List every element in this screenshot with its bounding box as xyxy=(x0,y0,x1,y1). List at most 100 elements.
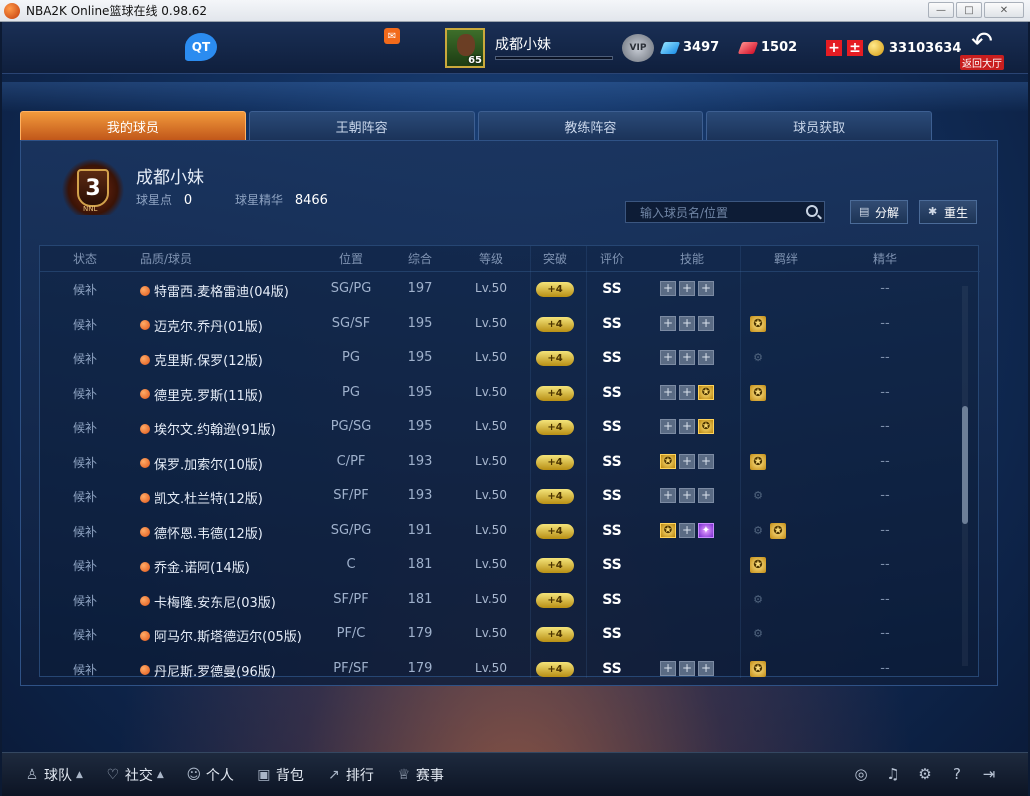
bond-active-icon[interactable]: ✪ xyxy=(750,315,766,332)
skill-empty-slot[interactable]: + xyxy=(698,281,714,296)
bond-active-icon[interactable]: ✪ xyxy=(750,557,766,573)
skill-empty-slot[interactable]: + xyxy=(679,281,695,296)
skill-empty-slot[interactable]: + xyxy=(698,660,714,676)
row-player-name[interactable]: 阿马尔.斯塔德迈尔(05版) xyxy=(120,626,330,645)
coin-counter[interactable]: + ± 33103634 xyxy=(826,40,961,56)
skill-empty-slot[interactable]: + xyxy=(679,453,695,469)
skill-empty-slot[interactable]: + xyxy=(679,522,695,538)
row-player-name[interactable]: 德怀恩.韦德(12版) xyxy=(120,523,330,542)
skill-gold-icon[interactable]: ✪ xyxy=(660,453,676,469)
table-row[interactable]: 候补 凯文.杜兰特(12版) SF/PF 193 Lv.50 +4 SS + + + ⚙ -- xyxy=(40,479,980,514)
skill-empty-slot[interactable]: + xyxy=(698,315,714,331)
header-rating[interactable]: 评价 xyxy=(592,250,632,267)
table-scrollbar[interactable] xyxy=(962,286,968,666)
skill-empty-slot[interactable]: + xyxy=(660,281,676,296)
plus-icon[interactable]: + xyxy=(826,40,842,56)
table-row[interactable]: 候补 德里克.罗斯(11版) PG 195 Lv.50 +4 SS + + ✪ ✪ -- xyxy=(40,376,980,411)
nav-item-ranking[interactable]: ↗ 排行 xyxy=(326,765,374,785)
minimize-button[interactable]: — xyxy=(928,2,954,18)
vip-badge-icon[interactable]: VIP xyxy=(622,34,654,62)
row-player-name[interactable]: 克里斯.保罗(12版) xyxy=(120,350,330,369)
skill-gold-icon[interactable]: ✪ xyxy=(698,384,714,400)
skill-empty-slot[interactable]: + xyxy=(660,384,676,400)
row-player-name[interactable]: 凯文.杜兰特(12版) xyxy=(120,488,330,507)
row-player-name[interactable]: 德里克.罗斯(11版) xyxy=(120,385,330,404)
bond-inactive-icon[interactable]: ⚙ xyxy=(750,488,766,504)
skill-empty-slot[interactable]: + xyxy=(679,315,695,331)
bond-active-icon[interactable]: ✪ xyxy=(770,522,786,539)
row-player-name[interactable]: 丹尼斯.罗德曼(96版) xyxy=(120,661,330,680)
row-player-name[interactable]: 特雷西.麦格雷迪(04版) xyxy=(120,281,330,300)
bond-inactive-icon[interactable]: ⚙ xyxy=(750,592,766,608)
table-row[interactable]: 候补 德怀恩.韦德(12版) SG/PG 191 Lv.50 +4 SS ✪ + ✦ ⚙ ✪ -- xyxy=(40,514,980,549)
skill-empty-slot[interactable]: + xyxy=(679,419,695,434)
header-overall[interactable]: 综合 xyxy=(395,250,445,267)
header-bonds[interactable]: 羁绊 xyxy=(746,250,826,267)
header-breakthrough[interactable]: 突破 xyxy=(524,250,586,267)
headset-icon[interactable]: ◎ xyxy=(852,765,870,783)
table-row[interactable]: 候补 乔金.诺阿(14版) C 181 Lv.50 +4 SS ✪ -- xyxy=(40,548,980,583)
skill-empty-slot[interactable]: + xyxy=(679,384,695,400)
skill-empty-slot[interactable]: + xyxy=(698,488,714,503)
exit-icon[interactable]: ⇥ xyxy=(980,765,998,783)
bond-active-icon[interactable]: ✪ xyxy=(750,660,766,677)
table-row[interactable]: 候补 卡梅隆.安东尼(03版) SF/PF 181 Lv.50 +4 SS ⚙ -- xyxy=(40,583,980,618)
nav-item-user[interactable]: ☺ 个人 xyxy=(186,765,234,785)
qt-chat-icon[interactable]: QT xyxy=(185,33,217,61)
header-skills[interactable]: 技能 xyxy=(652,250,732,267)
maximize-button[interactable]: □ xyxy=(956,2,982,18)
row-player-name[interactable]: 乔金.诺阿(14版) xyxy=(120,557,330,576)
table-row[interactable]: 候补 克里斯.保罗(12版) PG 195 Lv.50 +4 SS + + + ⚙ -- xyxy=(40,341,980,376)
skill-empty-slot[interactable]: + xyxy=(660,419,676,434)
skill-empty-slot[interactable]: + xyxy=(698,350,714,365)
table-row[interactable]: 候补 丹尼斯.罗德曼(96版) PF/SF 179 Lv.50 +4 SS + + + ✪ -- xyxy=(40,652,980,687)
table-row[interactable]: 候补 阿马尔.斯塔德迈尔(05版) PF/C 179 Lv.50 +4 SS ⚙ -- xyxy=(40,617,980,652)
back-to-lobby-button[interactable]: ↶ 返回大厅 xyxy=(958,26,1006,70)
mail-icon[interactable]: ✉ xyxy=(384,28,400,44)
nav-item-person[interactable]: ♙ 球队 ▲ xyxy=(24,765,83,785)
tab-player-acquire[interactable]: 球员获取 xyxy=(706,111,932,140)
skill-gold-icon[interactable]: ✪ xyxy=(660,522,676,538)
gear-icon[interactable]: ⚙ xyxy=(916,765,934,783)
nav-item-bag[interactable]: ▣ 背包 xyxy=(256,765,304,785)
search-icon[interactable] xyxy=(806,205,818,217)
bond-inactive-icon[interactable]: ⚙ xyxy=(750,523,766,539)
header-player[interactable]: 品质/球员 xyxy=(120,250,330,267)
skill-empty-slot[interactable]: + xyxy=(679,350,695,365)
skill-empty-slot[interactable]: + xyxy=(660,315,676,331)
nav-item-trophy[interactable]: ♕ 赛事 xyxy=(396,765,444,785)
tab-coach-lineup[interactable]: 教练阵容 xyxy=(477,111,704,140)
table-row[interactable]: 候补 保罗.加索尔(10版) C/PF 193 Lv.50 +4 SS ✪ + + ✪ -- xyxy=(40,445,980,480)
reborn-button[interactable]: ✱ 重生 xyxy=(919,200,978,224)
table-row[interactable]: 候补 埃尔文.约翰逊(91版) PG/SG 195 Lv.50 +4 SS + + ✪ -- xyxy=(40,410,980,445)
skill-gold-icon[interactable]: ✪ xyxy=(698,419,714,434)
row-player-name[interactable]: 埃尔文.约翰逊(91版) xyxy=(120,419,330,438)
skill-empty-slot[interactable]: + xyxy=(679,660,695,676)
skill-empty-slot[interactable]: + xyxy=(660,350,676,365)
row-player-name[interactable]: 迈克尔.乔丹(01版) xyxy=(120,316,330,335)
scrollbar-thumb[interactable] xyxy=(962,406,968,524)
header-essence[interactable]: 精华 xyxy=(850,250,920,267)
skill-empty-slot[interactable]: + xyxy=(660,488,676,503)
help-icon[interactable]: ? xyxy=(948,765,966,783)
skill-empty-slot[interactable]: + xyxy=(698,453,714,469)
bond-active-icon[interactable]: ✪ xyxy=(750,453,766,470)
header-status[interactable]: 状态 xyxy=(60,250,110,267)
bond-inactive-icon[interactable]: ⚙ xyxy=(750,350,766,366)
row-player-name[interactable]: 卡梅隆.安东尼(03版) xyxy=(120,592,330,611)
header-level[interactable]: 等级 xyxy=(461,250,521,267)
exchange-icon[interactable]: ± xyxy=(847,40,863,56)
skill-empty-slot[interactable]: + xyxy=(679,488,695,503)
close-button[interactable]: ✕ xyxy=(984,2,1024,18)
diamond-counter[interactable]: 3497 xyxy=(659,40,719,55)
tab-dynasty-lineup[interactable]: 王朝阵容 xyxy=(248,111,475,140)
bond-active-icon[interactable]: ✪ xyxy=(750,384,766,401)
row-player-name[interactable]: 保罗.加索尔(10版) xyxy=(120,454,330,473)
header-position[interactable]: 位置 xyxy=(325,250,377,267)
ruby-counter[interactable]: 1502 xyxy=(737,40,797,55)
tab-my-players[interactable]: 我的球员 xyxy=(20,111,246,140)
nav-item-heart[interactable]: ♡ 社交 ▲ xyxy=(105,765,164,785)
skill-empty-slot[interactable]: + xyxy=(660,660,676,676)
player-avatar[interactable]: 65 xyxy=(445,28,485,68)
bond-inactive-icon[interactable]: ⚙ xyxy=(750,626,766,642)
